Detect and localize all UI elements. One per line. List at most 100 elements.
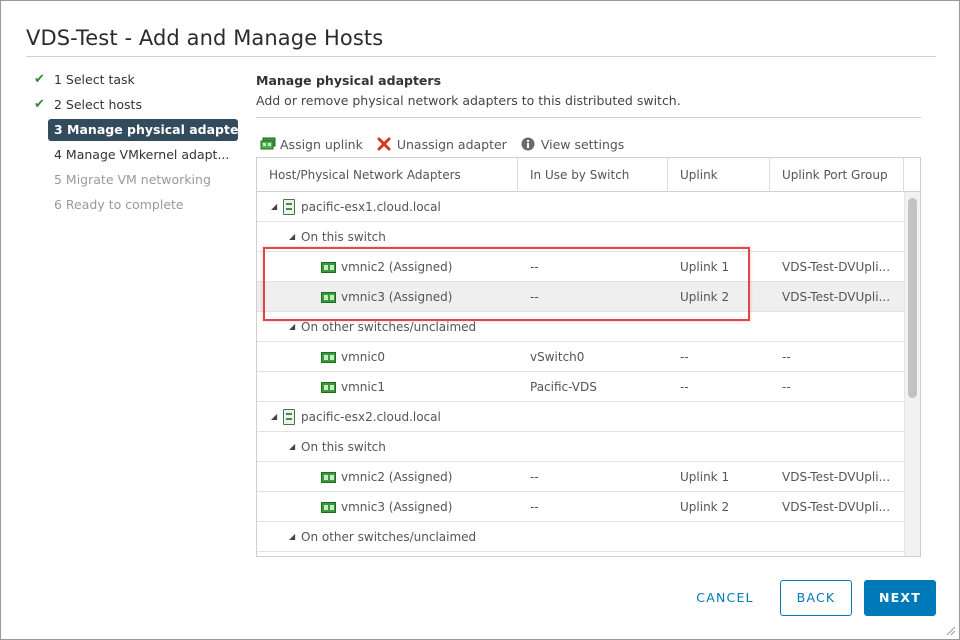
adapter-toolbar: Assign uplink Unassign adapter View sett…: [260, 135, 638, 153]
adapter-name: vmnic1: [341, 379, 385, 394]
assign-uplink-icon: [260, 137, 276, 151]
view-settings-button[interactable]: View settings: [521, 137, 624, 152]
step-label: 4 Manage VMkernel adapt...: [54, 147, 230, 162]
group-cell: ◢ On this switch: [257, 222, 757, 252]
step-label: 2 Select hosts: [54, 97, 142, 112]
title-divider: [26, 56, 936, 57]
network-adapter-icon: [321, 501, 336, 513]
step-manage-physical-adapters[interactable]: 3 Manage physical adapters: [31, 117, 252, 142]
checkmark-icon: ✔: [34, 97, 45, 112]
grid-header: Host/Physical Network Adapters In Use by…: [257, 158, 920, 192]
back-button[interactable]: BACK: [780, 580, 852, 616]
network-adapter-icon: [321, 291, 336, 303]
uplink-cell: Uplink 1: [680, 259, 730, 274]
step-migrate-vm-networking: 5 Migrate VM networking: [31, 167, 241, 192]
column-header-host-adapters[interactable]: Host/Physical Network Adapters: [257, 158, 518, 192]
grid-scrollbar[interactable]: [904, 192, 920, 556]
in-use-by-switch-cell: vSwitch0: [530, 349, 585, 364]
host-row[interactable]: ◢ pacific-esx1.cloud.local: [257, 192, 904, 222]
adapter-row[interactable]: vmnic0 vSwitch0 -- --: [257, 342, 904, 372]
adapter-cell: vmnic3 (Assigned): [257, 492, 518, 522]
step-manage-vmkernel-adapters[interactable]: 4 Manage VMkernel adapt...: [31, 142, 241, 167]
adapter-row[interactable]: vmnic2 (Assigned) -- Uplink 1 VDS-Test-DVUp…: [257, 252, 904, 282]
expand-triangle-icon[interactable]: ◢: [271, 402, 283, 432]
column-header-uplink[interactable]: Uplink: [668, 158, 770, 192]
adapter-cell: vmnic2 (Assigned): [257, 462, 518, 492]
adapter-name: vmnic0: [341, 349, 385, 364]
uplink-cell: --: [680, 349, 689, 364]
adapter-row[interactable]: vmnic1 Pacific-VDS -- --: [257, 372, 904, 402]
checkmark-icon: ✔: [34, 72, 45, 87]
in-use-by-switch-cell: --: [530, 499, 539, 514]
expand-triangle-icon[interactable]: ◢: [289, 522, 301, 552]
dialog-title: VDS-Test - Add and Manage Hosts: [26, 26, 384, 50]
grid-rows: ◢ pacific-esx1.cloud.local ◢ On this switch…: [257, 192, 904, 552]
group-name: On other switches/unclaimed: [301, 319, 477, 334]
step-label: 5 Migrate VM networking: [54, 172, 211, 187]
uplink-port-group-cell: VDS-Test-DVUpli...: [782, 469, 891, 484]
main-panel: Manage physical adapters Add or remove p…: [256, 73, 921, 557]
step-label: 1 Select task: [54, 72, 135, 87]
network-adapter-icon: [321, 381, 336, 393]
view-settings-label: View settings: [540, 136, 625, 152]
unassign-adapter-label: Unassign adapter: [396, 136, 507, 152]
group-row[interactable]: ◢ On this switch: [257, 222, 904, 252]
step-ready-to-complete: 6 Ready to complete: [31, 192, 241, 217]
in-use-by-switch-cell: Pacific-VDS: [530, 379, 597, 394]
assign-uplink-button[interactable]: Assign uplink: [260, 137, 363, 152]
group-cell: ◢ On other switches/unclaimed: [257, 312, 757, 342]
scrollbar-thumb[interactable]: [908, 198, 917, 398]
expand-triangle-icon[interactable]: ◢: [271, 192, 283, 222]
uplink-port-group-cell: VDS-Test-DVUpli...: [782, 259, 891, 274]
uplink-port-group-cell: VDS-Test-DVUpli...: [782, 499, 891, 514]
adapter-row[interactable]: vmnic3 (Assigned) -- Uplink 2 VDS-Test-DVUp…: [257, 282, 904, 312]
adapter-row[interactable]: vmnic2 (Assigned) -- Uplink 1 VDS-Test-DVUp…: [257, 462, 904, 492]
column-header-uplink-port-group[interactable]: Uplink Port Group: [770, 158, 904, 192]
uplink-cell: Uplink 1: [680, 469, 730, 484]
expand-triangle-icon[interactable]: ◢: [289, 222, 301, 252]
section-divider: [256, 117, 921, 118]
network-adapter-icon: [321, 351, 336, 363]
expand-triangle-icon[interactable]: ◢: [289, 312, 301, 342]
step-select-hosts[interactable]: ✔ 2 Select hosts: [31, 92, 241, 117]
step-label: 3 Manage physical adapters: [54, 122, 253, 137]
group-name: On this switch: [301, 229, 386, 244]
group-name: On this switch: [301, 439, 386, 454]
host-cell: ◢ pacific-esx2.cloud.local: [257, 402, 518, 432]
add-manage-hosts-dialog: VDS-Test - Add and Manage Hosts ✔ 1 Sele…: [0, 0, 960, 640]
uplink-port-group-cell: --: [782, 379, 791, 394]
adapter-name: vmnic2 (Assigned): [341, 469, 453, 484]
group-row[interactable]: ◢ On other switches/unclaimed: [257, 522, 904, 552]
cancel-button[interactable]: CANCEL: [687, 580, 763, 616]
adapter-cell: vmnic1: [257, 372, 518, 402]
step-select-task[interactable]: ✔ 1 Select task: [31, 67, 241, 92]
adapter-cell: vmnic2 (Assigned): [257, 252, 518, 282]
host-row[interactable]: ◢ pacific-esx2.cloud.local: [257, 402, 904, 432]
in-use-by-switch-cell: --: [530, 259, 539, 274]
uplink-cell: Uplink 2: [680, 289, 730, 304]
adapter-name: vmnic3 (Assigned): [341, 499, 453, 514]
physical-adapters-grid: Host/Physical Network Adapters In Use by…: [256, 157, 921, 557]
uplink-port-group-cell: VDS-Test-DVUpli...: [782, 289, 891, 304]
column-header-in-use-by-switch[interactable]: In Use by Switch: [518, 158, 668, 192]
group-cell: ◢ On this switch: [257, 432, 757, 462]
group-row[interactable]: ◢ On this switch: [257, 432, 904, 462]
section-description: Add or remove physical network adapters …: [256, 93, 681, 108]
host-name: pacific-esx1.cloud.local: [301, 199, 441, 214]
info-icon: [521, 137, 537, 151]
adapter-name: vmnic2 (Assigned): [341, 259, 453, 274]
adapter-row[interactable]: vmnic3 (Assigned) -- Uplink 2 VDS-Test-DVUp…: [257, 492, 904, 522]
group-name: On other switches/unclaimed: [301, 529, 477, 544]
resize-grip-icon[interactable]: [946, 626, 956, 636]
expand-triangle-icon[interactable]: ◢: [289, 432, 301, 462]
next-button[interactable]: NEXT: [864, 580, 936, 616]
in-use-by-switch-cell: --: [530, 469, 539, 484]
group-row[interactable]: ◢ On other switches/unclaimed: [257, 312, 904, 342]
unassign-adapter-button[interactable]: Unassign adapter: [377, 137, 507, 152]
adapter-cell: vmnic3 (Assigned): [257, 282, 518, 312]
step-label: 6 Ready to complete: [54, 197, 184, 212]
uplink-cell: --: [680, 379, 689, 394]
uplink-cell: Uplink 2: [680, 499, 730, 514]
host-cell: ◢ pacific-esx1.cloud.local: [257, 192, 518, 222]
host-name: pacific-esx2.cloud.local: [301, 409, 441, 424]
